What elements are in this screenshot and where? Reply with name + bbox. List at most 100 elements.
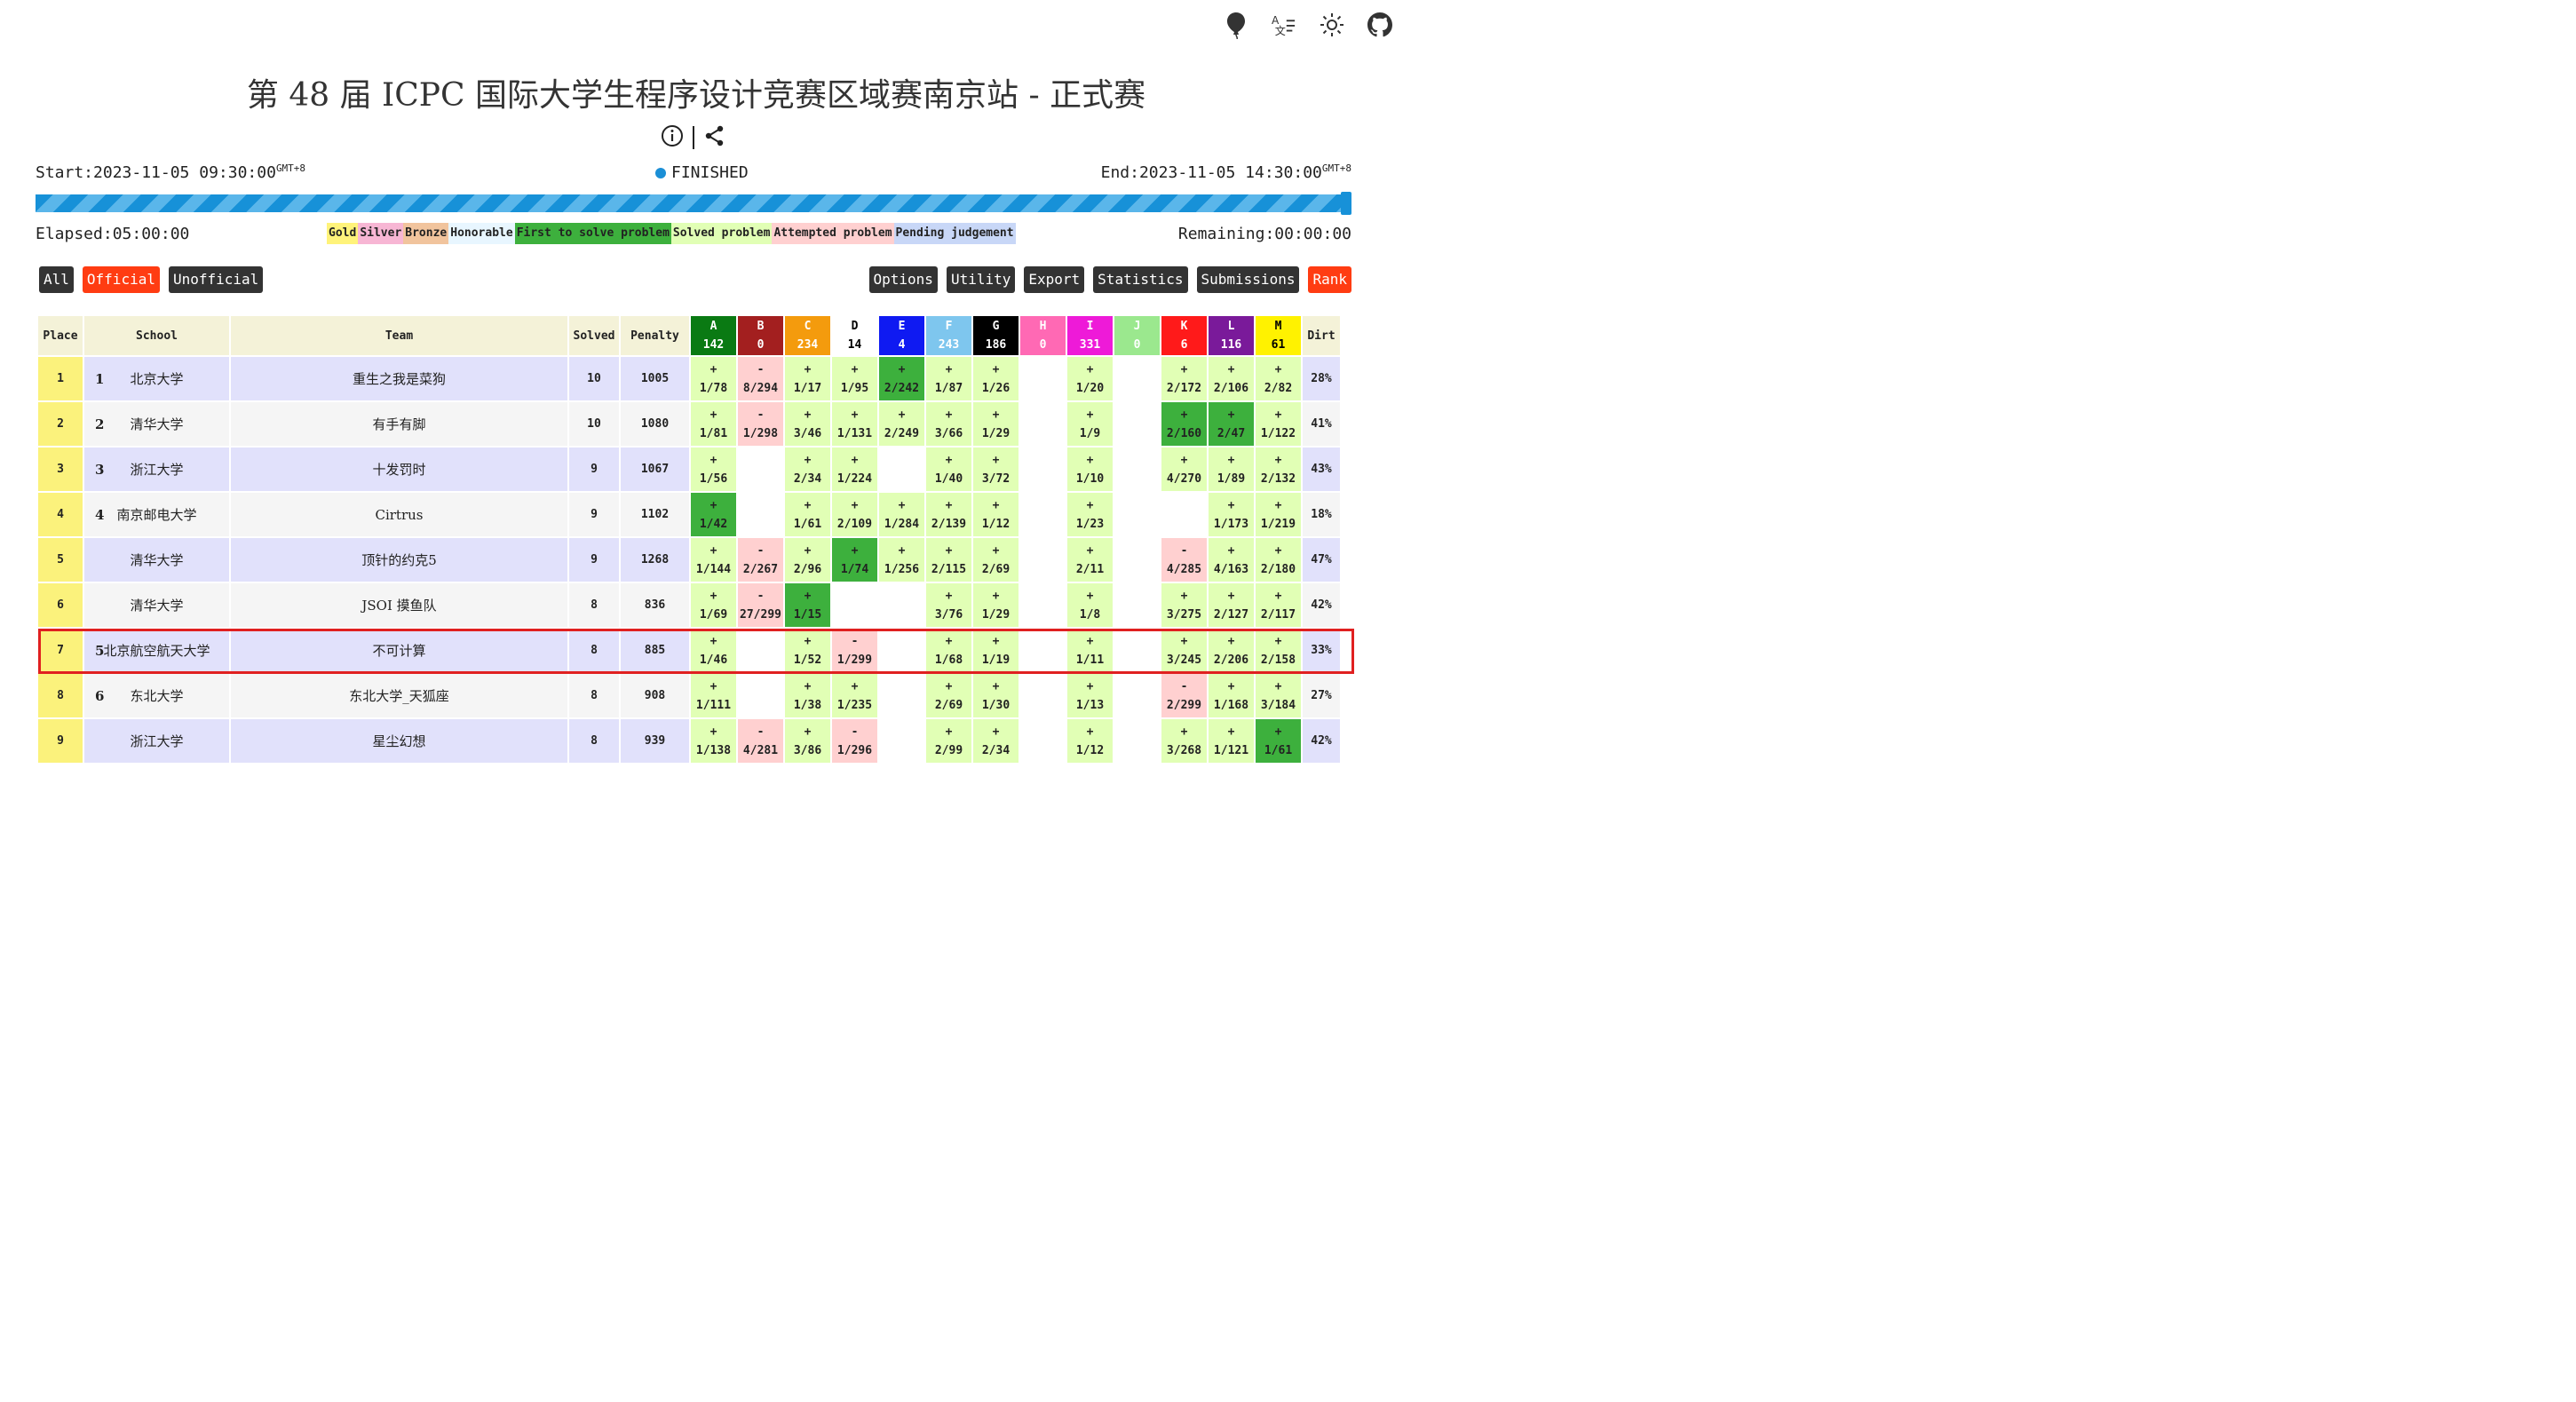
col-team[interactable]: Team <box>231 316 567 355</box>
problem-cell[interactable]: +1/12 <box>1067 719 1113 763</box>
problem-cell[interactable]: +1/26 <box>973 357 1019 400</box>
problem-cell[interactable]: +2/206 <box>1209 629 1254 672</box>
problem-cell[interactable]: +2/11 <box>1067 538 1113 582</box>
team-name[interactable]: 十发罚时 <box>231 448 567 491</box>
problem-cell[interactable]: +1/8 <box>1067 583 1113 627</box>
problem-cell[interactable]: +2/69 <box>973 538 1019 582</box>
col-solved[interactable]: Solved <box>569 316 619 355</box>
table-row[interactable]: 1 1 北京大学 重生之我是菜狗 10 1005 +1/78-8/294 +1/17 +1/95… <box>38 357 1340 400</box>
problem-cell[interactable]: +2/160 <box>1161 402 1207 446</box>
team-name[interactable]: 重生之我是菜狗 <box>231 357 567 400</box>
problem-cell[interactable]: +2/47 <box>1209 402 1254 446</box>
problem-cell[interactable]: +3/245 <box>1161 629 1207 672</box>
problem-cell[interactable]: +2/132 <box>1256 448 1301 491</box>
filter-button-all[interactable]: All <box>39 266 74 293</box>
problem-cell[interactable]: +1/121 <box>1209 719 1254 763</box>
problem-cell[interactable]: +1/42 <box>691 493 736 536</box>
translate-icon[interactable]: A文 <box>1272 11 1296 39</box>
problem-cell[interactable]: - 1/298 <box>738 402 783 446</box>
problem-cell[interactable]: - 27/299 <box>738 583 783 627</box>
problem-cell[interactable]: +3/184 <box>1256 674 1301 717</box>
problem-cell[interactable]: +1/87 <box>926 357 971 400</box>
problem-cell[interactable]: +1/81 <box>691 402 736 446</box>
problem-cell[interactable]: +2/115 <box>926 538 971 582</box>
problem-cell[interactable]: +1/131 <box>832 402 877 446</box>
problem-cell[interactable]: +2/34 <box>785 448 830 491</box>
problem-cell[interactable]: +1/138 <box>691 719 736 763</box>
problem-cell[interactable]: - 4/281 <box>738 719 783 763</box>
problem-cell[interactable]: - 1/299 <box>832 629 877 672</box>
problem-cell[interactable]: +3/72 <box>973 448 1019 491</box>
team-name[interactable]: 不可计算 <box>231 629 567 672</box>
table-row[interactable]: 6 清华大学 JSOI 摸鱼队 8 836 +1/69-27/299 +1/15 +3/76 +… <box>38 583 1340 627</box>
col-problem-m[interactable]: M 61 <box>1256 316 1301 355</box>
col-problem-h[interactable]: H0 <box>1020 316 1066 355</box>
problem-cell[interactable]: +1/168 <box>1209 674 1254 717</box>
problem-cell[interactable]: - 2/299 <box>1161 674 1207 717</box>
problem-cell[interactable]: +1/10 <box>1067 448 1113 491</box>
problem-cell[interactable]: +2/109 <box>832 493 877 536</box>
problem-cell[interactable]: +1/122 <box>1256 402 1301 446</box>
col-problem-j[interactable]: J0 <box>1114 316 1160 355</box>
problem-cell[interactable]: +1/69 <box>691 583 736 627</box>
problem-cell[interactable]: +1/95 <box>832 357 877 400</box>
team-name[interactable]: Cirtrus <box>231 493 567 536</box>
problem-cell[interactable]: +1/56 <box>691 448 736 491</box>
col-problem-e[interactable]: E4 <box>879 316 924 355</box>
problem-cell[interactable]: +1/61 <box>785 493 830 536</box>
team-name[interactable]: JSOI 摸鱼队 <box>231 583 567 627</box>
col-problem-d[interactable]: D 14 <box>832 316 877 355</box>
problem-cell[interactable]: +1/235 <box>832 674 877 717</box>
problem-cell[interactable]: +1/68 <box>926 629 971 672</box>
col-problem-a[interactable]: A 142 <box>691 316 736 355</box>
sun-icon[interactable] <box>1320 11 1344 39</box>
export-button[interactable]: Export <box>1024 266 1085 293</box>
problem-cell[interactable]: +2/180 <box>1256 538 1301 582</box>
problem-cell[interactable]: +1/144 <box>691 538 736 582</box>
statistics-button[interactable]: Statistics <box>1093 266 1188 293</box>
problem-cell[interactable]: - 1/296 <box>832 719 877 763</box>
problem-cell[interactable]: +1/284 <box>879 493 924 536</box>
rank-button[interactable]: Rank <box>1308 266 1351 293</box>
table-row[interactable]: 9 浙江大学 星尘幻想 8 939 +1/138-4/281 +3/86-1/296 +2/9… <box>38 719 1340 763</box>
col-problem-g[interactable]: G 186 <box>973 316 1019 355</box>
problem-cell[interactable]: +1/9 <box>1067 402 1113 446</box>
team-name[interactable]: 星尘幻想 <box>231 719 567 763</box>
progress-handle[interactable] <box>1341 192 1351 215</box>
share-icon[interactable] <box>703 124 726 151</box>
problem-cell[interactable]: +2/249 <box>879 402 924 446</box>
problem-cell[interactable]: +1/20 <box>1067 357 1113 400</box>
problem-cell[interactable]: +1/173 <box>1209 493 1254 536</box>
problem-cell[interactable]: +1/15 <box>785 583 830 627</box>
team-name[interactable]: 顶针的约克5 <box>231 538 567 582</box>
problem-cell[interactable]: +1/17 <box>785 357 830 400</box>
problem-cell[interactable]: +1/52 <box>785 629 830 672</box>
col-penalty[interactable]: Penalty <box>621 316 689 355</box>
problem-cell[interactable]: +3/66 <box>926 402 971 446</box>
problem-cell[interactable]: +2/106 <box>1209 357 1254 400</box>
table-row[interactable]: 5 清华大学 顶针的约克5 9 1268 +1/144-2/267 +2/96 +1/74 +1… <box>38 538 1340 582</box>
problem-cell[interactable]: +1/23 <box>1067 493 1113 536</box>
problem-cell[interactable]: +1/12 <box>973 493 1019 536</box>
options-button[interactable]: Options <box>868 266 938 293</box>
problem-cell[interactable]: +4/163 <box>1209 538 1254 582</box>
problem-cell[interactable]: +1/74 <box>832 538 877 582</box>
table-row[interactable]: 4 4 南京邮电大学 Cirtrus 9 1102 +1/42 +1/61 +2/109 +1/2… <box>38 493 1340 536</box>
problem-cell[interactable]: +1/29 <box>973 583 1019 627</box>
table-row[interactable]: 2 2 清华大学 有手有脚 10 1080 +1/81-1/298 +3/46 +1/131 +2… <box>38 402 1340 446</box>
col-problem-l[interactable]: L 116 <box>1209 316 1254 355</box>
filter-button-official[interactable]: Official <box>82 266 160 293</box>
col-school[interactable]: School <box>84 316 229 355</box>
problem-cell[interactable]: +2/69 <box>926 674 971 717</box>
table-row[interactable]: 3 3 浙江大学 十发罚时 9 1067 +1/56 +2/34 +1/224 +1/40 +3/7… <box>38 448 1340 491</box>
problem-cell[interactable]: +2/139 <box>926 493 971 536</box>
problem-cell[interactable]: +3/86 <box>785 719 830 763</box>
utility-button[interactable]: Utility <box>946 266 1016 293</box>
problem-cell[interactable]: +2/127 <box>1209 583 1254 627</box>
problem-cell[interactable]: +1/61 <box>1256 719 1301 763</box>
team-name[interactable]: 有手有脚 <box>231 402 567 446</box>
problem-cell[interactable]: +3/268 <box>1161 719 1207 763</box>
problem-cell[interactable]: +1/111 <box>691 674 736 717</box>
col-place[interactable]: Place <box>38 316 83 355</box>
problem-cell[interactable]: +1/29 <box>973 402 1019 446</box>
